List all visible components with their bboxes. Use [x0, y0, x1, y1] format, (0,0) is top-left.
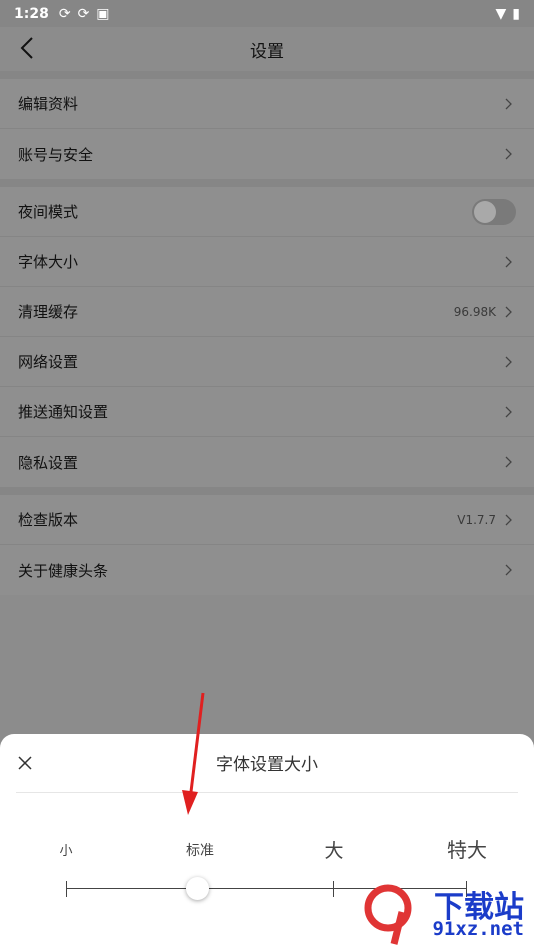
sync-icon: ⟳	[58, 5, 71, 22]
item-label: 推送通知设置	[18, 403, 109, 421]
item-label: 隐私设置	[18, 453, 79, 472]
size-option-standard[interactable]: 标准	[160, 840, 240, 860]
privacy-settings-item[interactable]: 隐私设置	[0, 437, 534, 487]
item-label: 字体大小	[18, 253, 79, 271]
divider	[16, 792, 518, 793]
toggle-knob	[474, 200, 496, 223]
chevron-right-icon	[502, 513, 516, 527]
group-gap	[0, 71, 534, 79]
chevron-right-icon	[502, 455, 516, 469]
settings-group-1: 编辑资料 账号与安全	[0, 79, 534, 179]
about-item[interactable]: 关于健康头条	[0, 545, 534, 595]
status-time: 1:28	[14, 5, 49, 22]
item-label: 账号与安全	[18, 145, 94, 164]
watermark: 下载站 91xz.net	[358, 882, 528, 946]
watermark-logo-icon	[364, 884, 412, 945]
item-label: 网络设置	[18, 353, 79, 371]
app-header: 设置	[0, 27, 534, 71]
network-settings-item[interactable]: 网络设置	[0, 337, 534, 387]
item-label: 清理缓存	[18, 303, 79, 321]
chevron-right-icon	[502, 405, 516, 419]
chevron-right-icon	[502, 255, 516, 269]
sync-icon-2: ⟳	[77, 5, 90, 22]
sheet-title: 字体设置大小	[216, 755, 318, 775]
font-size-slider-thumb[interactable]	[186, 877, 209, 900]
size-option-small[interactable]: 小	[26, 840, 106, 859]
check-version-item[interactable]: 检查版本 V1.7.7	[0, 495, 534, 545]
clear-cache-item[interactable]: 清理缓存 96.98K	[0, 287, 534, 337]
chevron-right-icon	[502, 97, 516, 111]
settings-list: 编辑资料 账号与安全 夜间模式 字体大小 清理缓存 96.98K 网络设置 推送…	[0, 71, 534, 595]
notification-icon: ▣	[96, 5, 110, 22]
account-security-item[interactable]: 账号与安全	[0, 129, 534, 179]
item-label: 关于健康头条	[18, 561, 109, 580]
chevron-right-icon	[502, 147, 516, 161]
slider-tick	[333, 881, 334, 897]
chevron-right-icon	[502, 563, 516, 577]
night-mode-toggle[interactable]	[472, 198, 516, 225]
chevron-right-icon	[502, 305, 516, 319]
back-arrow-icon	[20, 37, 33, 59]
size-option-large[interactable]: 大	[294, 836, 374, 863]
item-label: 夜间模式	[18, 203, 79, 221]
size-option-extra-large[interactable]: 特大	[427, 834, 507, 863]
battery-icon: ▮	[512, 5, 520, 22]
status-bar: 1:28 ⟳ ⟳ ▣ ▼ ▮	[0, 0, 534, 27]
version-value: V1.7.7	[457, 512, 496, 527]
push-notification-settings-item[interactable]: 推送通知设置	[0, 387, 534, 437]
chevron-right-icon	[502, 355, 516, 369]
watermark-text-2: 91xz.net	[432, 918, 524, 940]
item-label: 编辑资料	[18, 95, 79, 113]
edit-profile-item[interactable]: 编辑资料	[0, 79, 534, 129]
back-button[interactable]	[12, 33, 42, 63]
status-right: ▼ ▮	[496, 6, 521, 22]
item-label: 检查版本	[18, 511, 79, 529]
night-mode-item: 夜间模式	[0, 187, 534, 237]
settings-group-2: 夜间模式 字体大小 清理缓存 96.98K 网络设置 推送通知设置 隐私设置	[0, 187, 534, 487]
font-size-item[interactable]: 字体大小	[0, 237, 534, 287]
group-gap	[0, 487, 534, 495]
wifi-icon: ▼	[495, 5, 507, 22]
slider-tick	[66, 881, 67, 897]
group-gap	[0, 179, 534, 187]
page-title: 设置	[250, 41, 284, 62]
cache-size-value: 96.98K	[453, 304, 496, 319]
settings-group-3: 检查版本 V1.7.7 关于健康头条	[0, 495, 534, 595]
